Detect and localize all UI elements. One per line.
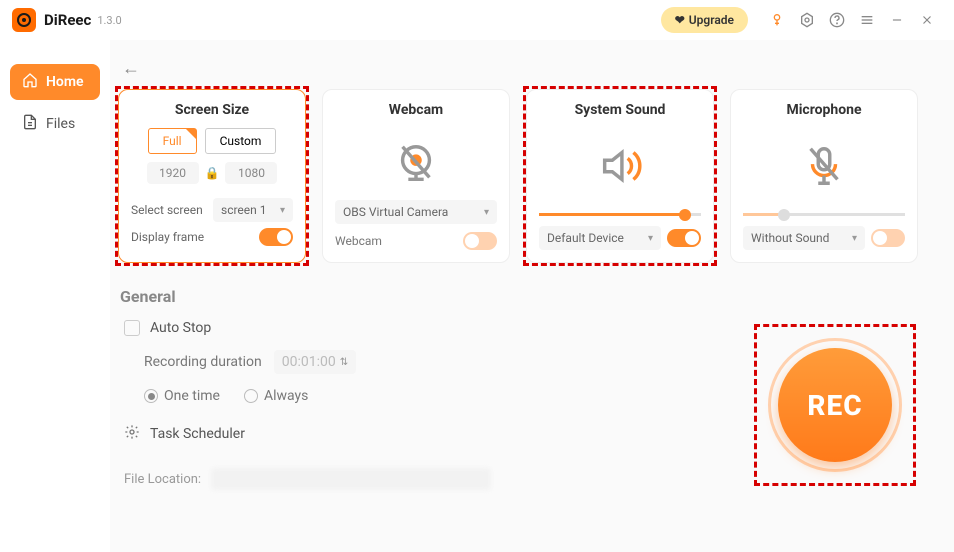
menu-icon[interactable] <box>858 11 876 29</box>
file-location-label: File Location: <box>124 472 201 487</box>
chevron-down-icon: ▾ <box>648 233 653 244</box>
card-title: Microphone <box>786 102 861 118</box>
app-logo <box>12 8 36 32</box>
system-volume-slider[interactable] <box>539 213 701 216</box>
close-icon[interactable] <box>918 11 936 29</box>
general-title: General <box>120 287 930 306</box>
card-webcam[interactable]: Webcam OBS Virtual Camera▾ Webcam <box>322 89 510 263</box>
record-button[interactable]: REC <box>778 348 892 462</box>
tab-custom[interactable]: Custom <box>205 128 277 154</box>
app-name: DiReec <box>44 11 91 29</box>
height-box[interactable]: 1080 <box>225 162 277 184</box>
display-frame-label: Display frame <box>131 230 204 244</box>
gear-icon <box>124 424 140 444</box>
card-screen-size[interactable]: Screen Size Full Custom 1920 🔒 1080 Sele… <box>118 89 306 263</box>
sidebar-item-label: Home <box>46 74 84 90</box>
duration-input[interactable]: 00:01:00 ⇅ <box>274 350 356 374</box>
upgrade-label: Upgrade <box>689 13 734 27</box>
app-version: 1.3.0 <box>97 14 121 27</box>
sidebar: Home Files <box>0 40 110 552</box>
system-sound-toggle[interactable] <box>667 229 701 247</box>
help-icon[interactable] <box>828 11 846 29</box>
home-icon <box>22 72 38 92</box>
display-frame-toggle[interactable] <box>259 228 293 246</box>
sidebar-item-label: Files <box>46 116 75 132</box>
webcam-toggle[interactable] <box>463 232 497 250</box>
card-title: System Sound <box>575 102 666 118</box>
tab-full[interactable]: Full <box>148 128 197 154</box>
mic-device-select[interactable]: Without Sound▾ <box>743 226 865 250</box>
mic-volume-slider[interactable] <box>743 213 905 216</box>
webcam-icon <box>335 128 497 200</box>
webcam-label: Webcam <box>335 234 382 248</box>
width-box[interactable]: 1920 <box>147 162 199 184</box>
stepper-icon: ⇅ <box>340 357 348 368</box>
select-screen-label: Select screen <box>131 203 203 217</box>
chevron-down-icon: ▾ <box>852 233 857 244</box>
microphone-toggle[interactable] <box>871 229 905 247</box>
chevron-down-icon: ▾ <box>484 207 489 218</box>
card-title: Screen Size <box>175 102 249 118</box>
file-location-path[interactable] <box>211 468 491 490</box>
card-title: Webcam <box>389 102 443 118</box>
heart-icon: ❤ <box>675 13 685 27</box>
duration-label: Recording duration <box>144 354 262 370</box>
webcam-device-select[interactable]: OBS Virtual Camera▾ <box>335 200 497 224</box>
speaker-icon <box>539 128 701 203</box>
titlebar: DiReec 1.3.0 ❤ Upgrade <box>0 0 954 40</box>
key-icon[interactable] <box>768 11 786 29</box>
card-system-sound[interactable]: System Sound Default Device▾ <box>526 89 714 263</box>
system-device-select[interactable]: Default Device▾ <box>539 226 661 250</box>
autostop-label: Auto Stop <box>150 320 211 336</box>
microphone-icon <box>743 128 905 203</box>
sidebar-item-files[interactable]: Files <box>10 106 100 142</box>
autostop-checkbox[interactable] <box>124 320 140 336</box>
radio-onetime[interactable]: One time <box>144 388 220 404</box>
minimize-icon[interactable] <box>888 11 906 29</box>
back-button[interactable]: ← <box>118 58 930 79</box>
lock-icon[interactable]: 🔒 <box>205 166 220 180</box>
sidebar-item-home[interactable]: Home <box>10 64 100 100</box>
main-panel: ← Screen Size Full Custom 1920 🔒 1080 <box>110 40 954 552</box>
chevron-down-icon: ▾ <box>280 205 285 216</box>
radio-always[interactable]: Always <box>244 388 308 404</box>
settings-icon[interactable] <box>798 11 816 29</box>
card-microphone[interactable]: Microphone Without Sound▾ <box>730 89 918 263</box>
files-icon <box>22 114 38 134</box>
upgrade-button[interactable]: ❤ Upgrade <box>661 7 748 33</box>
screen-select[interactable]: screen 1▾ <box>213 198 293 222</box>
